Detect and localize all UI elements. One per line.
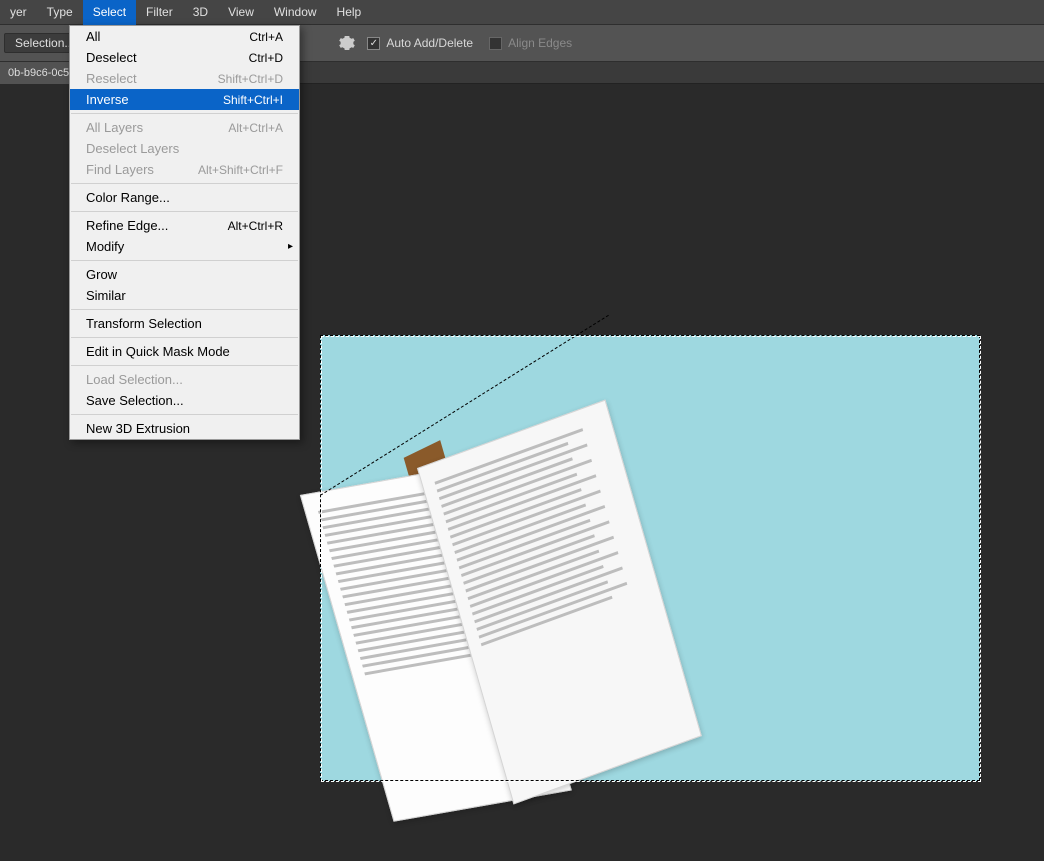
book-photo [253,361,767,861]
menuitem-shortcut: Shift+Ctrl+I [223,93,283,107]
menuitem-label: Grow [86,267,117,282]
checkbox-icon [367,37,380,50]
menuitem-label: Transform Selection [86,316,202,331]
checkbox-icon [489,37,502,50]
menu-layer[interactable]: yer [0,0,37,25]
menuitem-label: Refine Edge... [86,218,168,233]
menuitem-color-range[interactable]: Color Range... [70,187,299,208]
gear-icon[interactable] [337,33,357,53]
menu-help[interactable]: Help [327,0,372,25]
menu-filter[interactable]: Filter [136,0,183,25]
menuitem-similar[interactable]: Similar [70,285,299,306]
menuitem-label: New 3D Extrusion [86,421,190,436]
menu-window[interactable]: Window [264,0,327,25]
menuitem-modify[interactable]: Modify [70,236,299,257]
menuitem-label: Find Layers [86,162,154,177]
menuitem-label: All Layers [86,120,143,135]
menuitem-label: Modify [86,239,124,254]
menuitem-deselect-layers: Deselect Layers [70,138,299,159]
menu-separator [71,414,298,415]
menuitem-inverse[interactable]: Inverse Shift+Ctrl+I [70,89,299,110]
menu-separator [71,309,298,310]
menuitem-label: Edit in Quick Mask Mode [86,344,230,359]
canvas-image[interactable] [320,335,980,781]
auto-add-delete-label: Auto Add/Delete [386,36,473,50]
align-edges-checkbox[interactable]: Align Edges [489,36,572,50]
menubar: yer Type Select Filter 3D View Window He… [0,0,1044,25]
menuitem-label: Deselect [86,50,137,65]
menuitem-label: Deselect Layers [86,141,179,156]
menuitem-shortcut: Alt+Ctrl+A [228,121,283,135]
menuitem-find-layers: Find Layers Alt+Shift+Ctrl+F [70,159,299,180]
menu-select[interactable]: Select [83,0,136,25]
auto-add-delete-checkbox[interactable]: Auto Add/Delete [367,36,473,50]
menuitem-shortcut: Ctrl+A [249,30,283,44]
menuitem-refine-edge[interactable]: Refine Edge... Alt+Ctrl+R [70,215,299,236]
menuitem-transform-selection[interactable]: Transform Selection [70,313,299,334]
menuitem-shortcut: Shift+Ctrl+D [218,72,283,86]
menuitem-label: Similar [86,288,126,303]
menu-separator [71,337,298,338]
menu-type[interactable]: Type [37,0,83,25]
menuitem-new-3d-extrusion[interactable]: New 3D Extrusion [70,418,299,439]
menu-3d[interactable]: 3D [183,0,218,25]
select-menu-dropdown: All Ctrl+A Deselect Ctrl+D Reselect Shift+Ctr… [69,25,300,440]
menuitem-label: Save Selection... [86,393,184,408]
menuitem-all-layers: All Layers Alt+Ctrl+A [70,117,299,138]
menuitem-label: Inverse [86,92,129,107]
menuitem-edit-in-quick-mask-mode[interactable]: Edit in Quick Mask Mode [70,341,299,362]
menuitem-shortcut: Alt+Ctrl+R [228,219,283,233]
menu-separator [71,211,298,212]
menuitem-reselect: Reselect Shift+Ctrl+D [70,68,299,89]
menuitem-save-selection[interactable]: Save Selection... [70,390,299,411]
menuitem-label: All [86,29,100,44]
menuitem-shortcut: Ctrl+D [249,51,283,65]
menuitem-label: Load Selection... [86,372,183,387]
menuitem-all[interactable]: All Ctrl+A [70,26,299,47]
menuitem-grow[interactable]: Grow [70,264,299,285]
menu-separator [71,183,298,184]
menu-separator [71,113,298,114]
menuitem-label: Color Range... [86,190,170,205]
menuitem-shortcut: Alt+Shift+Ctrl+F [198,163,283,177]
align-edges-label: Align Edges [508,36,572,50]
menuitem-deselect[interactable]: Deselect Ctrl+D [70,47,299,68]
menuitem-load-selection: Load Selection... [70,369,299,390]
menu-separator [71,260,298,261]
menu-separator [71,365,298,366]
menu-view[interactable]: View [218,0,264,25]
menuitem-label: Reselect [86,71,137,86]
